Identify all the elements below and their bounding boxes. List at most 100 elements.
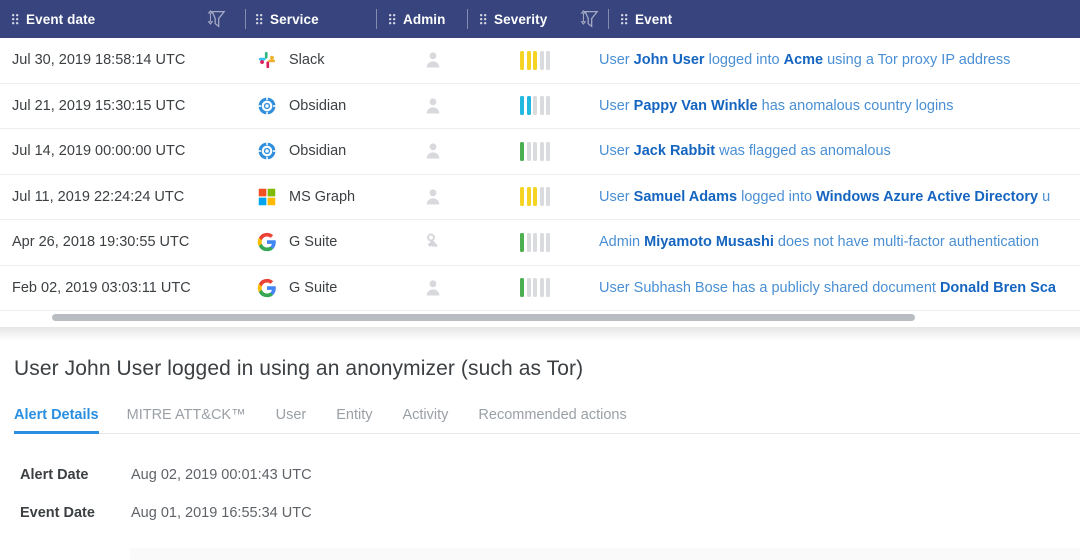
severity-bar: [540, 233, 544, 252]
column-header-admin[interactable]: Admin: [377, 0, 467, 38]
alerts-table-body: Jul 30, 2019 18:58:14 UTC Slack User Joh…: [0, 38, 1080, 311]
cell-event-date: Jul 21, 2019 15:30:15 UTC: [0, 98, 250, 114]
cell-event[interactable]: Admin Miyamoto Musashi does not have mul…: [595, 234, 1080, 250]
column-header-event-date[interactable]: Event date: [0, 0, 185, 38]
field-label: Event Date: [14, 505, 131, 521]
cell-event-date: Apr 26, 2018 19:30:55 UTC: [0, 234, 250, 250]
severity-bar: [533, 142, 537, 161]
cell-severity: [505, 142, 595, 161]
user-avatar-icon: [423, 49, 443, 71]
drag-handle-icon[interactable]: [256, 13, 263, 26]
column-header-label: Admin: [403, 12, 446, 27]
cell-event[interactable]: User Samuel Adams logged into Windows Az…: [595, 189, 1080, 205]
severity-bar: [540, 96, 544, 115]
table-row[interactable]: Jul 14, 2019 00:00:00 UTC Obsidian User …: [0, 129, 1080, 175]
tab-activity[interactable]: Activity: [402, 407, 464, 433]
scrollbar-thumb[interactable]: [52, 314, 915, 321]
column-header-severity[interactable]: Severity: [468, 0, 568, 38]
tab-entity[interactable]: Entity: [336, 407, 388, 433]
severity-bar: [533, 187, 537, 206]
cell-event[interactable]: User Jack Rabbit was flagged as anomalou…: [595, 143, 1080, 159]
severity-bar: [533, 278, 537, 297]
severity-bar: [546, 278, 550, 297]
table-row[interactable]: Apr 26, 2018 19:30:55 UTC G Suite Admin …: [0, 220, 1080, 266]
tab-alert-details[interactable]: Alert Details: [14, 407, 107, 433]
event-text: User: [599, 189, 634, 205]
severity-bar: [520, 233, 524, 252]
severity-bar: [527, 96, 531, 115]
field-label: Alert Date: [14, 467, 131, 483]
cell-service: Obsidian: [250, 140, 405, 162]
severity-bar: [540, 187, 544, 206]
cell-severity: [505, 96, 595, 115]
cell-event[interactable]: User Pappy Van Winkle has anomalous coun…: [595, 98, 1080, 114]
page-title: User John User logged in using an anonym…: [14, 341, 1080, 381]
severity-meter: [520, 233, 595, 252]
admin-key-icon: [423, 231, 443, 253]
severity-meter: [520, 51, 595, 70]
severity-bar: [540, 278, 544, 297]
event-entity: Jack Rabbit: [634, 143, 715, 159]
drag-handle-icon[interactable]: [621, 13, 628, 26]
severity-bar: [527, 51, 531, 70]
filter-funnel-icon[interactable]: [204, 8, 226, 30]
tab-user[interactable]: User: [276, 407, 323, 433]
event-text: logged into: [705, 52, 784, 68]
drag-handle-icon[interactable]: [389, 13, 396, 26]
filter-button-event-date[interactable]: [185, 0, 245, 38]
event-text: u: [1038, 189, 1050, 205]
filter-funnel-icon[interactable]: [577, 8, 599, 30]
severity-bar: [533, 233, 537, 252]
column-header-label: Event date: [26, 12, 95, 27]
microsoft-logo-icon: [256, 186, 278, 208]
severity-bar: [527, 278, 531, 297]
event-text: User: [599, 52, 634, 68]
obsidian-logo-icon: [256, 95, 278, 117]
detail-field-list: Alert DateAug 02, 2019 00:01:43 UTCEvent…: [14, 434, 1080, 532]
cell-severity: [505, 233, 595, 252]
event-text: using a Tor proxy IP address: [823, 52, 1010, 68]
user-avatar-icon: [423, 140, 443, 162]
detail-field-row: Alert DateAug 02, 2019 00:01:43 UTC: [14, 456, 1080, 494]
obsidian-logo-icon: [256, 140, 278, 162]
cell-event[interactable]: User John User logged into Acme using a …: [595, 52, 1080, 68]
filter-button-severity[interactable]: [568, 0, 608, 38]
severity-bar: [540, 142, 544, 161]
cell-severity: [505, 51, 595, 70]
table-header-row: Event date Service Admin Severity: [0, 0, 1080, 38]
drag-handle-icon[interactable]: [480, 13, 487, 26]
user-avatar-icon: [423, 277, 443, 299]
column-header-event[interactable]: Event: [609, 0, 672, 38]
table-row[interactable]: Jul 30, 2019 18:58:14 UTC Slack User Joh…: [0, 38, 1080, 84]
detail-field-row: Event DateAug 01, 2019 16:55:34 UTC: [14, 494, 1080, 532]
table-row[interactable]: Jul 21, 2019 15:30:15 UTC Obsidian User …: [0, 84, 1080, 130]
service-name: G Suite: [289, 234, 337, 250]
google-logo-icon: [256, 231, 278, 253]
severity-meter: [520, 142, 595, 161]
tab-recommended-actions[interactable]: Recommended actions: [478, 407, 642, 433]
event-text: Admin: [599, 234, 644, 250]
table-row[interactable]: Feb 02, 2019 03:03:11 UTC G Suite User S…: [0, 266, 1080, 312]
event-entity: Windows Azure Active Directory: [816, 189, 1038, 205]
cell-service: G Suite: [250, 277, 405, 299]
panel-divider-shadow: [0, 327, 1080, 341]
severity-meter: [520, 96, 595, 115]
horizontal-scrollbar[interactable]: [0, 311, 1080, 327]
event-entity: Miyamoto Musashi: [644, 234, 774, 250]
cell-event-date: Jul 30, 2019 18:58:14 UTC: [0, 52, 250, 68]
service-name: Obsidian: [289, 143, 346, 159]
table-row[interactable]: Jul 11, 2019 22:24:24 UTC MS Graph User …: [0, 175, 1080, 221]
cell-service: Slack: [250, 49, 405, 71]
tab-mitre-att-ck[interactable]: MITRE ATT&CK™: [127, 407, 262, 433]
severity-bar: [546, 233, 550, 252]
cell-event[interactable]: User Subhash Bose has a publicly shared …: [595, 280, 1080, 296]
service-name: Slack: [289, 52, 324, 68]
event-text: was flagged as anomalous: [715, 143, 891, 159]
cell-event-date: Feb 02, 2019 03:03:11 UTC: [0, 280, 250, 296]
severity-bar: [546, 51, 550, 70]
drag-handle-icon[interactable]: [12, 13, 19, 26]
event-text: User: [599, 143, 634, 159]
column-header-service[interactable]: Service: [246, 0, 376, 38]
cell-service: G Suite: [250, 231, 405, 253]
cell-admin: [405, 186, 505, 208]
